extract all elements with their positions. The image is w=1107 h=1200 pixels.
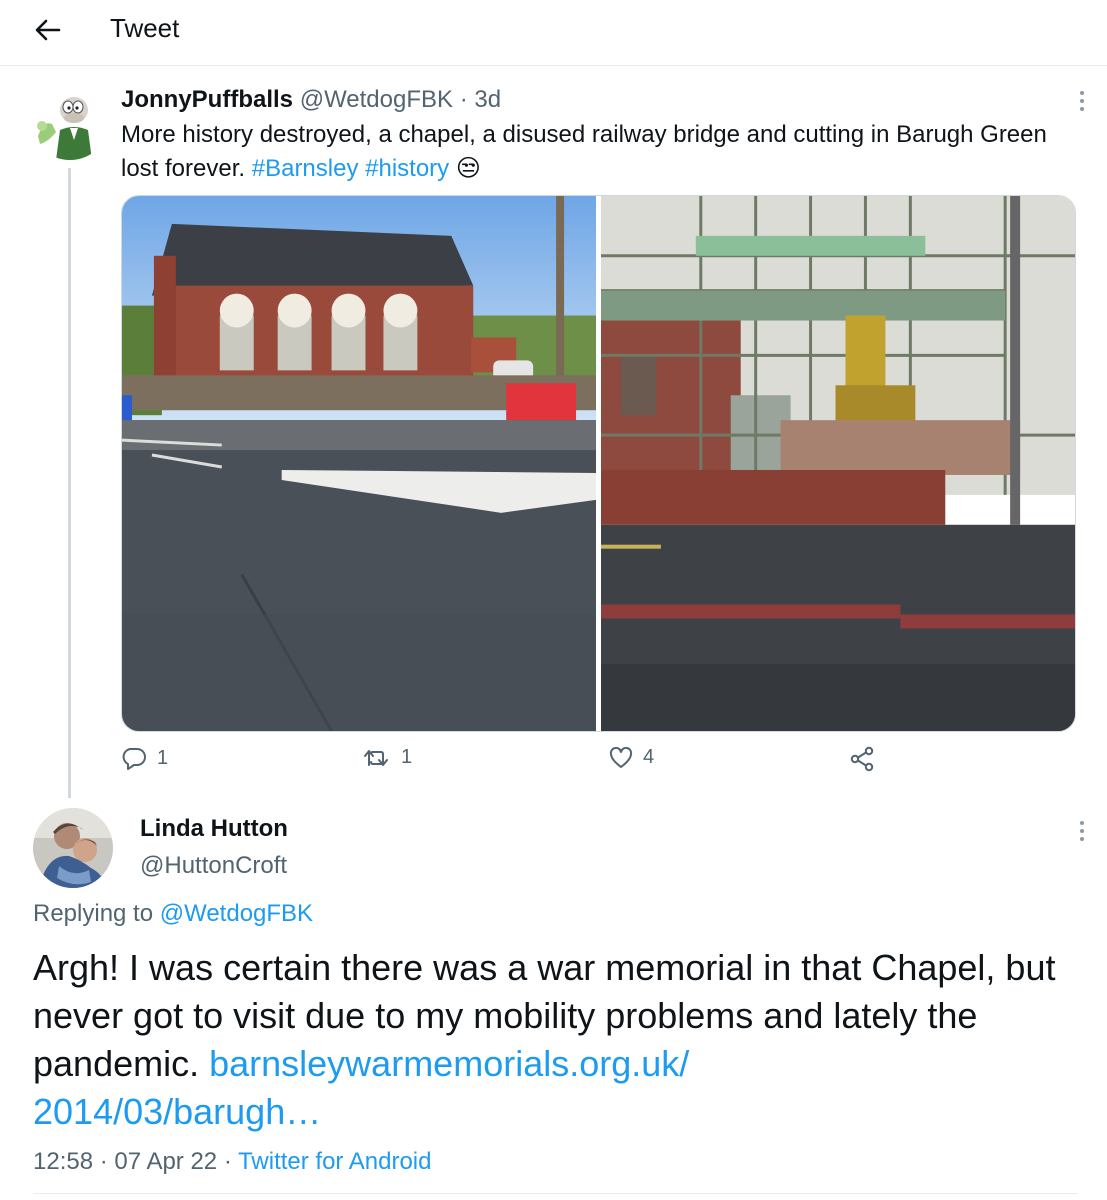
more-vertical-icon <box>1080 91 1084 111</box>
author-handle[interactable]: @WetdogFBK <box>300 86 453 113</box>
like-button[interactable]: 4 <box>609 746 654 769</box>
avatar[interactable] <box>33 808 113 888</box>
hashtag-link[interactable]: #history <box>365 155 449 182</box>
tweet-time[interactable]: 12:58 <box>33 1148 93 1175</box>
dot-separator: · <box>99 1148 108 1175</box>
hashtag-link[interactable]: #Barnsley <box>252 155 359 182</box>
retweet-button[interactable]: 1 <box>363 746 412 769</box>
more-vertical-icon <box>1080 821 1084 841</box>
share-icon <box>850 746 874 772</box>
external-link[interactable]: barnsleywarmemorials.org.uk/ <box>209 1043 689 1084</box>
unamused-emoji: 😒 <box>455 155 481 182</box>
chapel-photo[interactable] <box>122 196 596 731</box>
replying-to-label: Replying to <box>33 900 154 927</box>
top-bar: Tweet <box>0 0 1107 66</box>
demolition-photo[interactable] <box>600 196 1075 731</box>
tweet-metadata: 12:58 · 07 Apr 22 · Twitter for Android <box>33 1148 431 1176</box>
thread-connector <box>68 168 71 798</box>
more-options-button[interactable] <box>1072 88 1092 114</box>
dot-separator: · <box>459 86 468 113</box>
heart-icon <box>609 746 633 768</box>
reply-button[interactable]: 1 <box>121 746 168 770</box>
reply-text: Argh! I was certain there was a war memo… <box>33 944 1073 1136</box>
tweet-age[interactable]: 3d <box>474 86 501 113</box>
external-link-continued[interactable]: 2014/03/barugh… <box>33 1091 321 1132</box>
dot-separator: · <box>223 1148 232 1175</box>
retweet-icon <box>364 749 388 766</box>
back-button[interactable] <box>30 12 66 48</box>
tweet-media <box>121 195 1076 732</box>
author-handle[interactable]: @HuttonCroft <box>140 852 287 880</box>
more-options-button[interactable] <box>1072 818 1092 844</box>
share-button[interactable] <box>849 746 875 772</box>
tweet-actions: 1 1 4 <box>121 746 881 776</box>
retweet-count: 1 <box>401 746 413 768</box>
author-name[interactable]: JonnyPuffballs <box>121 86 293 113</box>
tweet-date[interactable]: 07 Apr 22 <box>114 1148 217 1175</box>
divider <box>33 1193 1078 1194</box>
reply-icon <box>122 748 146 770</box>
replying-to-line: Replying to @WetdogFBK <box>33 900 313 928</box>
arrow-left-icon <box>35 19 61 41</box>
tweet-text: More history destroyed, a chapel, a disu… <box>121 118 1071 186</box>
reply-count: 1 <box>157 746 169 769</box>
tweet-author-line: JonnyPuffballs @WetdogFBK · 3d <box>121 86 501 114</box>
avatar[interactable] <box>30 80 110 160</box>
author-name[interactable]: Linda Hutton <box>140 815 288 843</box>
page-title: Tweet <box>110 13 180 43</box>
mention-link[interactable]: @WetdogFBK <box>160 900 313 927</box>
source-client-link[interactable]: Twitter for Android <box>238 1148 431 1175</box>
like-count: 4 <box>643 746 655 768</box>
